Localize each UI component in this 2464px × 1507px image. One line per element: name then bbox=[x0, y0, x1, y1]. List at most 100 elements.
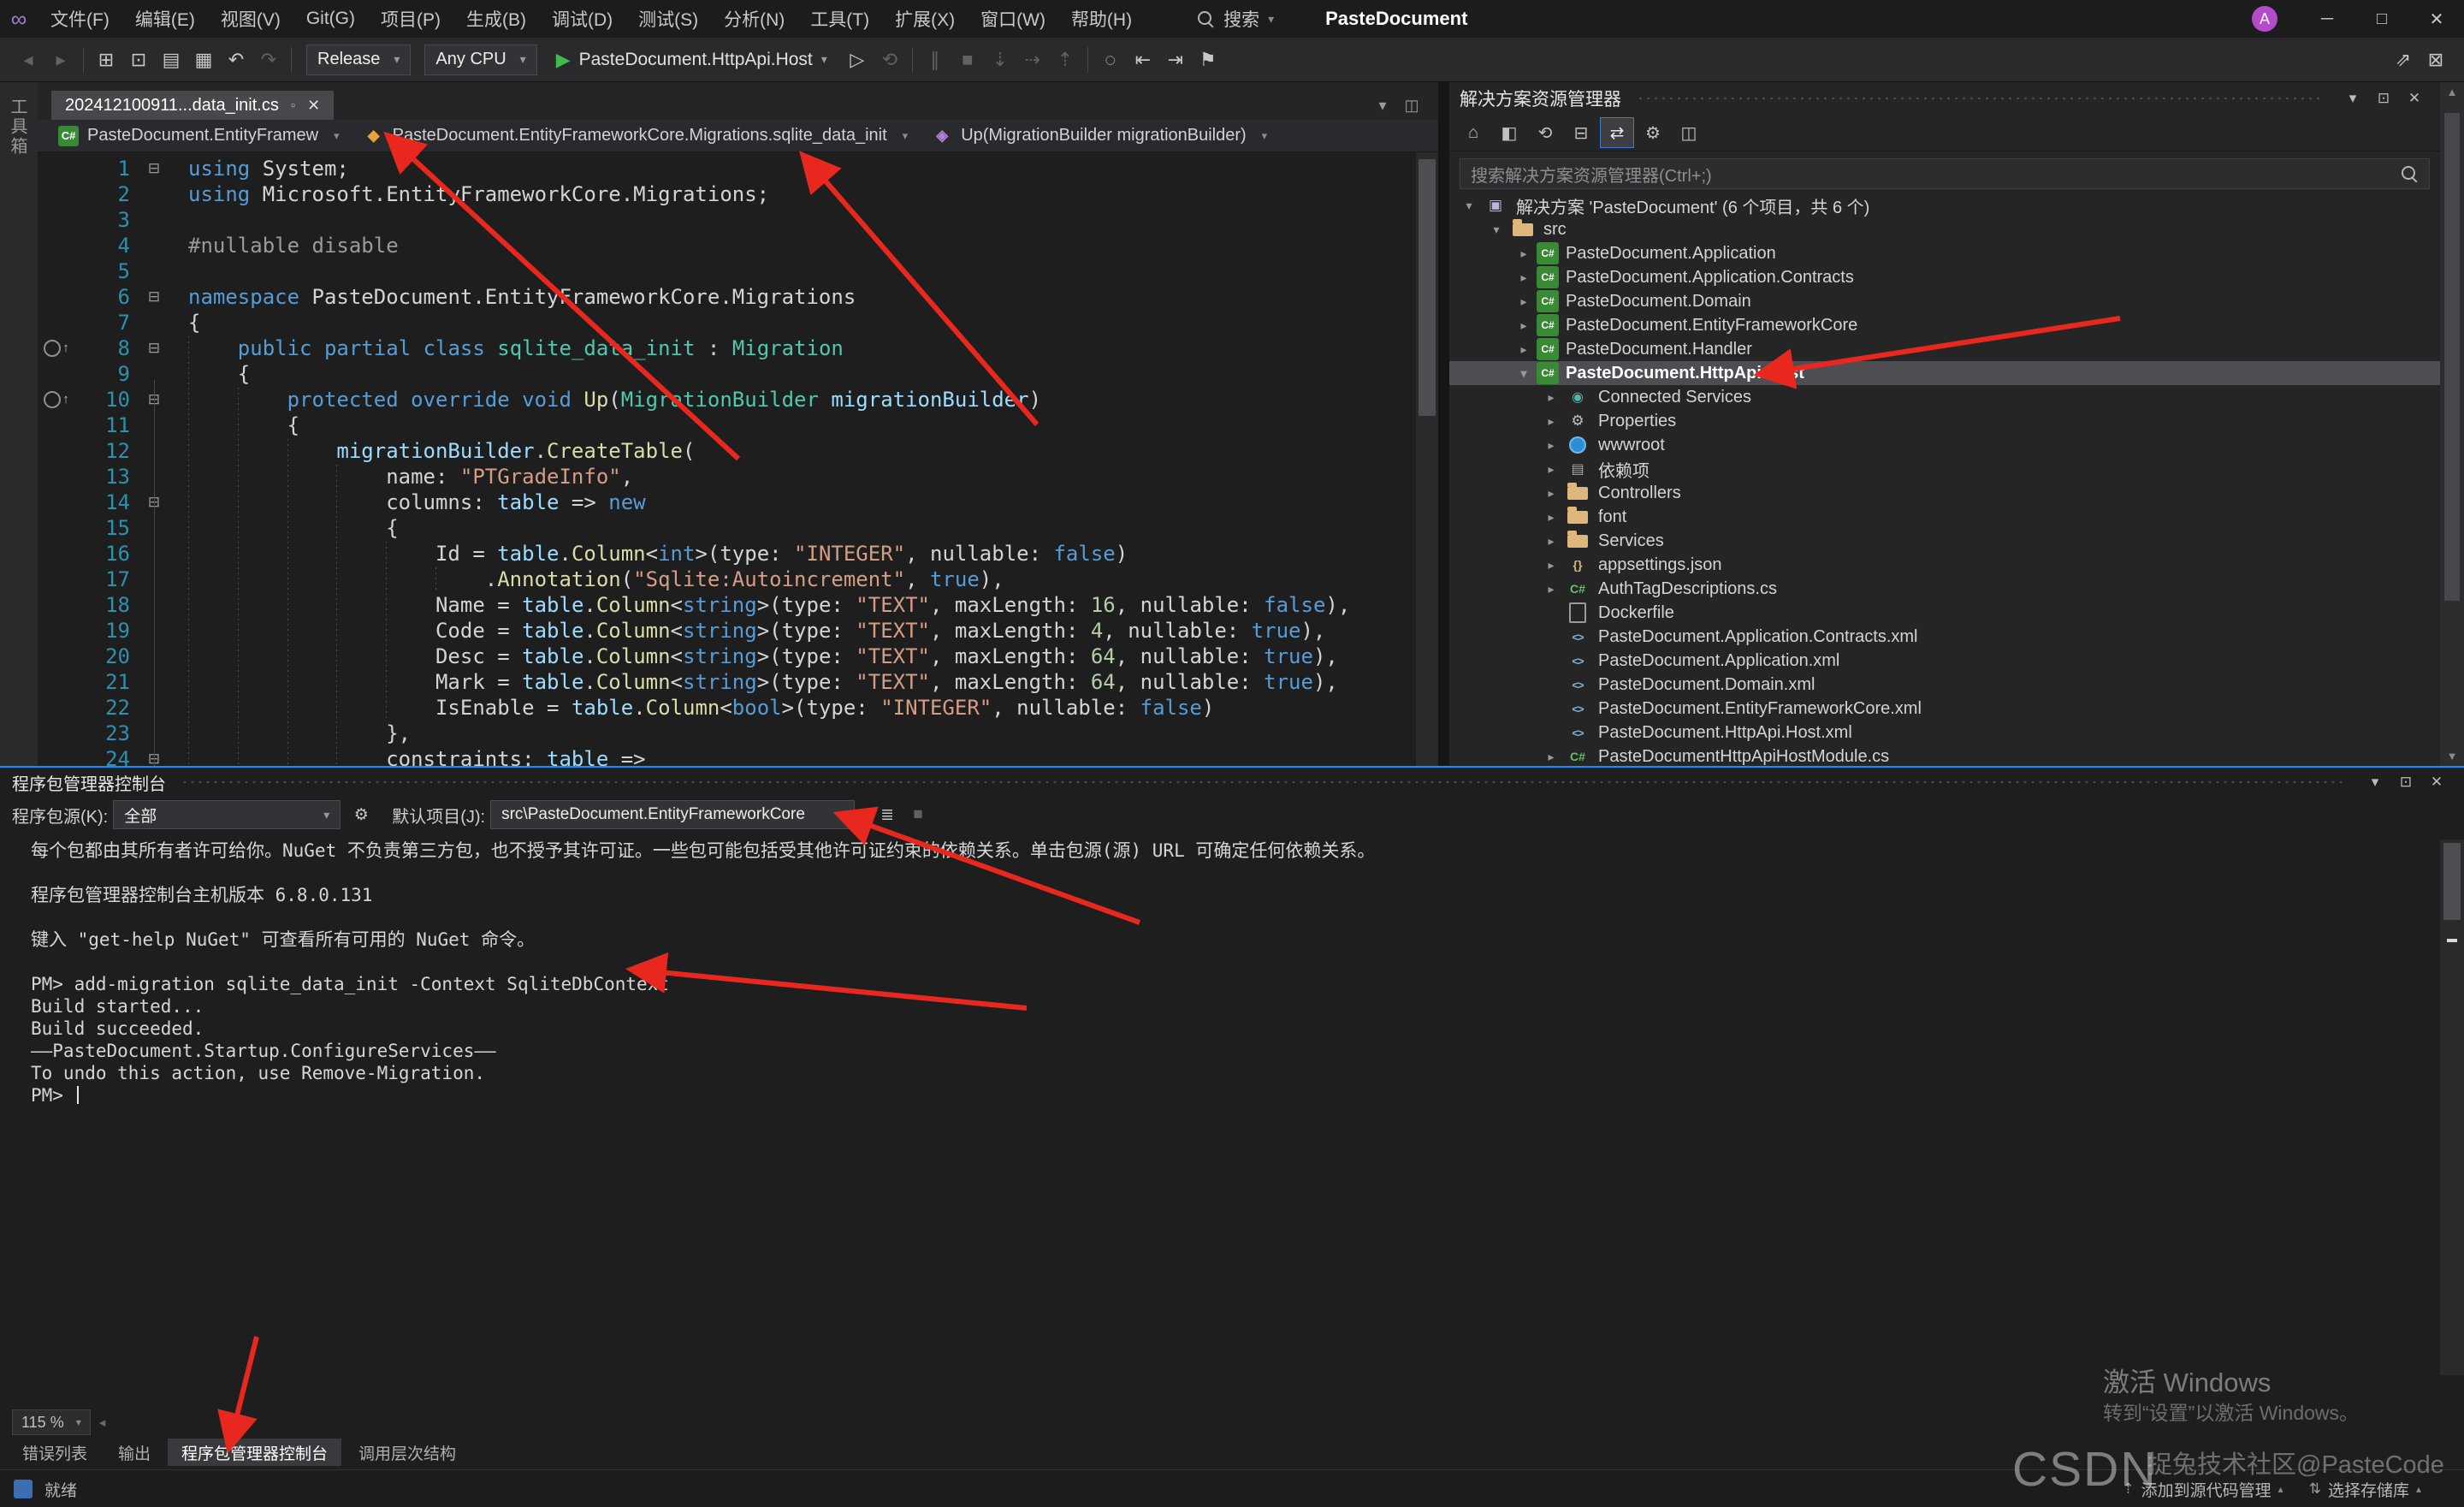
step-into-icon[interactable]: ⇣ bbox=[984, 44, 1016, 76]
scroll-up-icon[interactable]: ▲ bbox=[2440, 86, 2464, 98]
menu-item-9[interactable]: 工具(T) bbox=[797, 0, 882, 38]
scroll-left-icon[interactable]: ◂ bbox=[99, 1415, 106, 1430]
chevron-right-icon[interactable]: ▸ bbox=[1538, 438, 1564, 453]
menu-item-4[interactable]: 项目(P) bbox=[368, 0, 453, 38]
console-scrollbar-thumb[interactable] bbox=[2443, 843, 2461, 920]
properties-icon[interactable]: ⚙ bbox=[1636, 117, 1670, 148]
refresh-icon[interactable]: ⟲ bbox=[1528, 117, 1562, 148]
step-over-icon[interactable]: ⇢ bbox=[1016, 44, 1049, 76]
tree-item-18[interactable]: <>PasteDocument.Application.Contracts.xm… bbox=[1449, 625, 2440, 649]
menu-item-7[interactable]: 测试(S) bbox=[625, 0, 711, 38]
vertical-splitter[interactable] bbox=[1438, 82, 1449, 766]
chevron-down-icon[interactable]: ▾ bbox=[1484, 222, 1509, 237]
tree-item-8[interactable]: ▸◉Connected Services bbox=[1449, 385, 2440, 409]
tree-item-20[interactable]: <>PasteDocument.Domain.xml bbox=[1449, 673, 2440, 697]
code-editor[interactable]: 1⊟using System;2using Microsoft.EntityFr… bbox=[38, 152, 1416, 766]
navigate-backward-icon[interactable]: ◂ bbox=[12, 44, 44, 76]
pin-icon[interactable]: ▫ bbox=[291, 98, 295, 113]
tree-item-11[interactable]: ▸▤依赖项 bbox=[1449, 457, 2440, 481]
tree-item-6[interactable]: ▸C#PasteDocument.Handler bbox=[1449, 337, 2440, 361]
editor-scrollbar-thumb[interactable] bbox=[1419, 159, 1436, 416]
chevron-right-icon[interactable]: ▸ bbox=[1511, 342, 1537, 357]
menu-item-5[interactable]: 生成(B) bbox=[453, 0, 539, 38]
chevron-right-icon[interactable]: ▸ bbox=[1538, 750, 1564, 764]
save-all-icon[interactable]: ▦ bbox=[187, 44, 220, 76]
sync-with-active-document-icon[interactable]: ⇄ bbox=[1600, 117, 1634, 148]
tree-item-19[interactable]: <>PasteDocument.Application.xml bbox=[1449, 649, 2440, 673]
tree-item-0[interactable]: ▾▣解决方案 'PasteDocument' (6 个项目，共 6 个) bbox=[1449, 193, 2440, 217]
zoom-dropdown[interactable]: 115 % bbox=[12, 1409, 91, 1435]
solution-scrollbar-thumb[interactable] bbox=[2444, 113, 2460, 601]
open-file-icon[interactable]: ⊡ bbox=[122, 44, 155, 76]
chevron-right-icon[interactable]: ▸ bbox=[1538, 462, 1564, 477]
menu-item-2[interactable]: 视图(V) bbox=[208, 0, 293, 38]
close-button[interactable]: ✕ bbox=[2409, 0, 2464, 38]
menu-item-11[interactable]: 窗口(W) bbox=[968, 0, 1058, 38]
tree-item-4[interactable]: ▸C#PasteDocument.Domain bbox=[1449, 289, 2440, 313]
fold-collapse-icon[interactable]: ⊟ bbox=[130, 335, 178, 361]
tree-item-13[interactable]: ▸font bbox=[1449, 505, 2440, 529]
tree-item-1[interactable]: ▾src bbox=[1449, 217, 2440, 241]
find-in-files-icon[interactable]: ◌ bbox=[1094, 44, 1127, 76]
run-button[interactable]: ▶ PasteDocument.HttpApi.Host ▾ bbox=[546, 44, 838, 76]
close-panel-icon[interactable]: ✕ bbox=[2421, 768, 2452, 796]
console-scrollbar[interactable] bbox=[2440, 840, 2464, 1375]
chevron-right-icon[interactable]: ▸ bbox=[1511, 318, 1537, 333]
panel-tab-0[interactable]: 错误列表 bbox=[9, 1439, 101, 1466]
chevron-right-icon[interactable]: ▸ bbox=[1538, 582, 1564, 596]
chevron-right-icon[interactable]: ▸ bbox=[1538, 486, 1564, 501]
live-share-icon[interactable]: ⇗ bbox=[2387, 44, 2420, 76]
menu-item-12[interactable]: 帮助(H) bbox=[1058, 0, 1145, 38]
tree-item-9[interactable]: ▸⚙Properties bbox=[1449, 409, 2440, 433]
editor-tab[interactable]: 202412100911...data_init.cs ▫ ✕ bbox=[51, 91, 334, 120]
chevron-right-icon[interactable]: ▸ bbox=[1538, 510, 1564, 525]
indent-increase-icon[interactable]: ⇥ bbox=[1159, 44, 1192, 76]
solution-search-input[interactable]: 搜索解决方案资源管理器(Ctrl+;) bbox=[1460, 158, 2430, 189]
active-files-dropdown-icon[interactable]: ▾ bbox=[1368, 91, 1397, 120]
panel-tab-2[interactable]: 程序包管理器控制台 bbox=[168, 1439, 341, 1466]
tree-item-5[interactable]: ▸C#PasteDocument.EntityFrameworkCore bbox=[1449, 313, 2440, 337]
minimize-button[interactable]: ─ bbox=[2300, 0, 2354, 38]
chevron-down-icon[interactable]: ▾ bbox=[1511, 366, 1537, 381]
editor-scrollbar[interactable] bbox=[1416, 152, 1438, 766]
hot-reload-icon[interactable]: ⟲ bbox=[874, 44, 906, 76]
maximize-panel-icon[interactable]: ⊡ bbox=[2390, 768, 2421, 796]
breadcrumb-member-dropdown[interactable]: ◈ Up(MigrationBuilder migrationBuilder) … bbox=[920, 126, 1279, 146]
window-position-icon[interactable]: ▾ bbox=[2337, 85, 2368, 112]
chevron-down-icon[interactable]: ▾ bbox=[1456, 199, 1482, 213]
breadcrumb-project-dropdown[interactable]: C# PasteDocument.EntityFramew ▾ bbox=[46, 126, 352, 146]
fold-collapse-icon[interactable]: ⊟ bbox=[130, 156, 178, 181]
chevron-right-icon[interactable]: ▸ bbox=[1511, 270, 1537, 285]
default-project-dropdown[interactable]: src\PasteDocument.EntityFrameworkCore bbox=[490, 800, 855, 829]
show-all-files-icon[interactable]: ◫ bbox=[1672, 117, 1706, 148]
redo-icon[interactable]: ↷ bbox=[252, 44, 285, 76]
fold-collapse-icon[interactable]: ⊟ bbox=[130, 284, 178, 310]
close-tab-icon[interactable]: ✕ bbox=[307, 97, 320, 115]
tree-item-14[interactable]: ▸Services bbox=[1449, 529, 2440, 553]
window-split-icon[interactable]: ◫ bbox=[1397, 91, 1426, 120]
indent-decrease-icon[interactable]: ⇤ bbox=[1127, 44, 1159, 76]
menu-item-10[interactable]: 扩展(X) bbox=[882, 0, 968, 38]
menu-item-3[interactable]: Git(G) bbox=[293, 0, 368, 38]
break-all-icon[interactable]: ∥ bbox=[919, 44, 951, 76]
step-out-icon[interactable]: ⇡ bbox=[1049, 44, 1081, 76]
console-output[interactable]: 每个包都由其所有者许可给你。NuGet 不负责第三方包，也不授予其许可证。一些包… bbox=[0, 840, 2438, 1350]
menu-item-1[interactable]: 编辑(E) bbox=[122, 0, 208, 38]
maximize-button[interactable]: □ bbox=[2354, 0, 2409, 38]
tree-item-21[interactable]: <>PasteDocument.EntityFrameworkCore.xml bbox=[1449, 697, 2440, 721]
switch-views-icon[interactable]: ⌂ bbox=[1456, 117, 1490, 148]
tree-item-7[interactable]: ▾C#PasteDocument.HttpApi.Host bbox=[1449, 361, 2440, 385]
navigate-forward-icon[interactable]: ▸ bbox=[44, 44, 77, 76]
package-source-settings-icon[interactable]: ⚙ bbox=[346, 800, 376, 829]
tree-item-23[interactable]: ▸C#PasteDocumentHttpApiHostModule.cs bbox=[1449, 745, 2440, 766]
configuration-dropdown[interactable]: Release bbox=[306, 44, 411, 75]
package-source-dropdown[interactable]: 全部 bbox=[113, 800, 341, 829]
menu-item-6[interactable]: 调试(D) bbox=[539, 0, 625, 38]
global-search-control[interactable]: 搜索 ▾ bbox=[1184, 6, 1286, 32]
undo-icon[interactable]: ↶ bbox=[220, 44, 252, 76]
tree-item-22[interactable]: <>PasteDocument.HttpApi.Host.xml bbox=[1449, 721, 2440, 745]
breadcrumb-type-dropdown[interactable]: ◆ PasteDocument.EntityFrameworkCore.Migr… bbox=[352, 126, 921, 146]
toggle-bookmark-icon[interactable]: ⚑ bbox=[1192, 44, 1224, 76]
close-panel-icon[interactable]: ✕ bbox=[2399, 85, 2430, 112]
tree-item-2[interactable]: ▸C#PasteDocument.Application bbox=[1449, 241, 2440, 265]
